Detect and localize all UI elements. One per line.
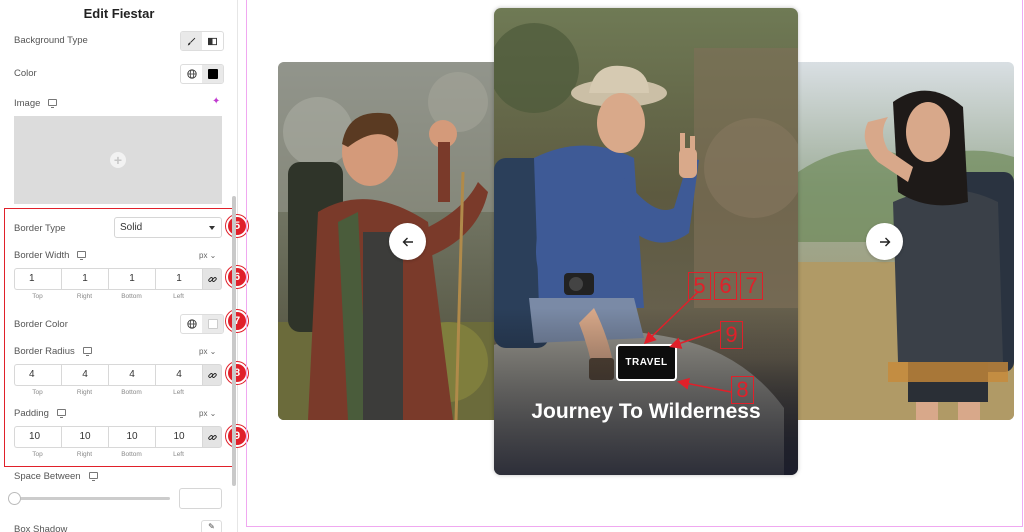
border-type-label: Border Type: [14, 223, 66, 234]
gradient-icon[interactable]: [202, 32, 223, 50]
arrow-left-icon: [402, 237, 413, 246]
image-label: Image: [14, 98, 58, 109]
padding-top[interactable]: 10: [14, 426, 61, 448]
border-type-select[interactable]: Solid: [114, 217, 222, 238]
padding-right[interactable]: 10: [61, 426, 108, 448]
color-swatch-white[interactable]: [202, 315, 223, 333]
side-label-left: Left: [173, 293, 184, 300]
padding-label: Padding: [14, 408, 66, 419]
pencil-icon[interactable]: ✎: [201, 520, 222, 532]
box-shadow-label: Box Shadow: [14, 524, 68, 532]
border-radius-bottom[interactable]: 4: [108, 364, 155, 386]
step-badge-5: 5: [226, 215, 248, 237]
monitor-icon: [82, 347, 92, 356]
border-radius-label: Border Radius: [14, 346, 92, 357]
padding-side-labels: Top Right Bottom Left: [14, 451, 202, 458]
border-width-top[interactable]: 1: [14, 268, 61, 290]
link-icon[interactable]: [202, 426, 222, 448]
side-label-left: Left: [173, 451, 184, 458]
globe-icon[interactable]: [181, 315, 202, 333]
prev-slide-button[interactable]: [389, 223, 426, 260]
editor-panel: Edit Fiestar Background Type Color Image…: [0, 0, 248, 532]
arrow-right-icon: [879, 237, 890, 246]
border-radius-inputs: 4 4 4 4: [14, 364, 222, 386]
padding-left[interactable]: 10: [155, 426, 202, 448]
caret-down-icon: [209, 226, 215, 230]
border-type-value: Solid: [120, 222, 143, 233]
next-slide-button[interactable]: [866, 223, 903, 260]
slide-card-right[interactable]: [798, 62, 1014, 420]
background-type-toggle: [180, 31, 224, 51]
border-radius-right[interactable]: 4: [61, 364, 108, 386]
space-between-input[interactable]: [179, 488, 222, 509]
border-radius-left[interactable]: 4: [155, 364, 202, 386]
step-badge-7: 7: [226, 310, 248, 332]
monitor-icon: [88, 472, 98, 481]
step-badge-8: 8: [226, 362, 248, 384]
border-radius-top[interactable]: 4: [14, 364, 61, 386]
padding-unit[interactable]: px ⌄: [199, 409, 216, 418]
brush-icon[interactable]: [181, 32, 202, 50]
border-color-label: Border Color: [14, 319, 68, 330]
border-width-right[interactable]: 1: [61, 268, 108, 290]
side-label-top: Top: [32, 293, 43, 300]
panel-title: Edit Fiestar: [83, 6, 155, 21]
ai-sparkle-icon[interactable]: ✦: [212, 96, 220, 107]
side-label-right: Right: [76, 389, 93, 396]
slide-card-left[interactable]: [278, 62, 494, 420]
monitor-icon: [56, 409, 66, 418]
side-label-bottom: Bottom: [121, 451, 142, 458]
border-width-inputs: 1 1 1 1: [14, 268, 222, 290]
border-radius-unit[interactable]: px ⌄: [199, 347, 216, 356]
link-icon[interactable]: [202, 364, 222, 386]
border-width-side-labels: Top Right Bottom Left: [14, 293, 202, 300]
hiker-man-photo: [278, 62, 494, 420]
space-between-slider-thumb[interactable]: [8, 492, 21, 505]
panel-scrollbar[interactable]: [232, 196, 236, 486]
monitor-icon: [77, 251, 87, 260]
border-width-unit[interactable]: px ⌄: [199, 251, 216, 260]
border-width-bottom[interactable]: 1: [108, 268, 155, 290]
border-color-control: [180, 314, 224, 334]
side-label-right: Right: [76, 451, 93, 458]
color-control: [180, 64, 224, 84]
link-icon[interactable]: [202, 268, 222, 290]
monitor-icon: [48, 99, 58, 108]
space-between-slider-track[interactable]: [14, 497, 170, 500]
color-label: Color: [14, 68, 37, 79]
hiker-woman-photo: [798, 62, 1014, 420]
add-image-icon[interactable]: +: [110, 152, 126, 168]
side-label-left: Left: [173, 389, 184, 396]
side-label-bottom: Bottom: [121, 389, 142, 396]
padding-bottom[interactable]: 10: [108, 426, 155, 448]
padding-inputs: 10 10 10 10: [14, 426, 222, 448]
side-label-bottom: Bottom: [121, 293, 142, 300]
border-width-left[interactable]: 1: [155, 268, 202, 290]
background-type-label: Background Type: [14, 35, 88, 46]
border-width-label: Border Width: [14, 250, 87, 261]
globe-icon[interactable]: [181, 65, 202, 83]
color-swatch-black[interactable]: [202, 65, 223, 83]
border-radius-side-labels: Top Right Bottom Left: [14, 389, 202, 396]
space-between-label: Space Between: [14, 471, 98, 482]
annotation-arrows: [643, 291, 732, 393]
step-badge-6: 6: [226, 266, 248, 288]
side-label-top: Top: [32, 451, 43, 458]
side-label-top: Top: [32, 389, 43, 396]
side-label-right: Right: [76, 293, 93, 300]
step-badge-9: 9: [226, 425, 248, 447]
